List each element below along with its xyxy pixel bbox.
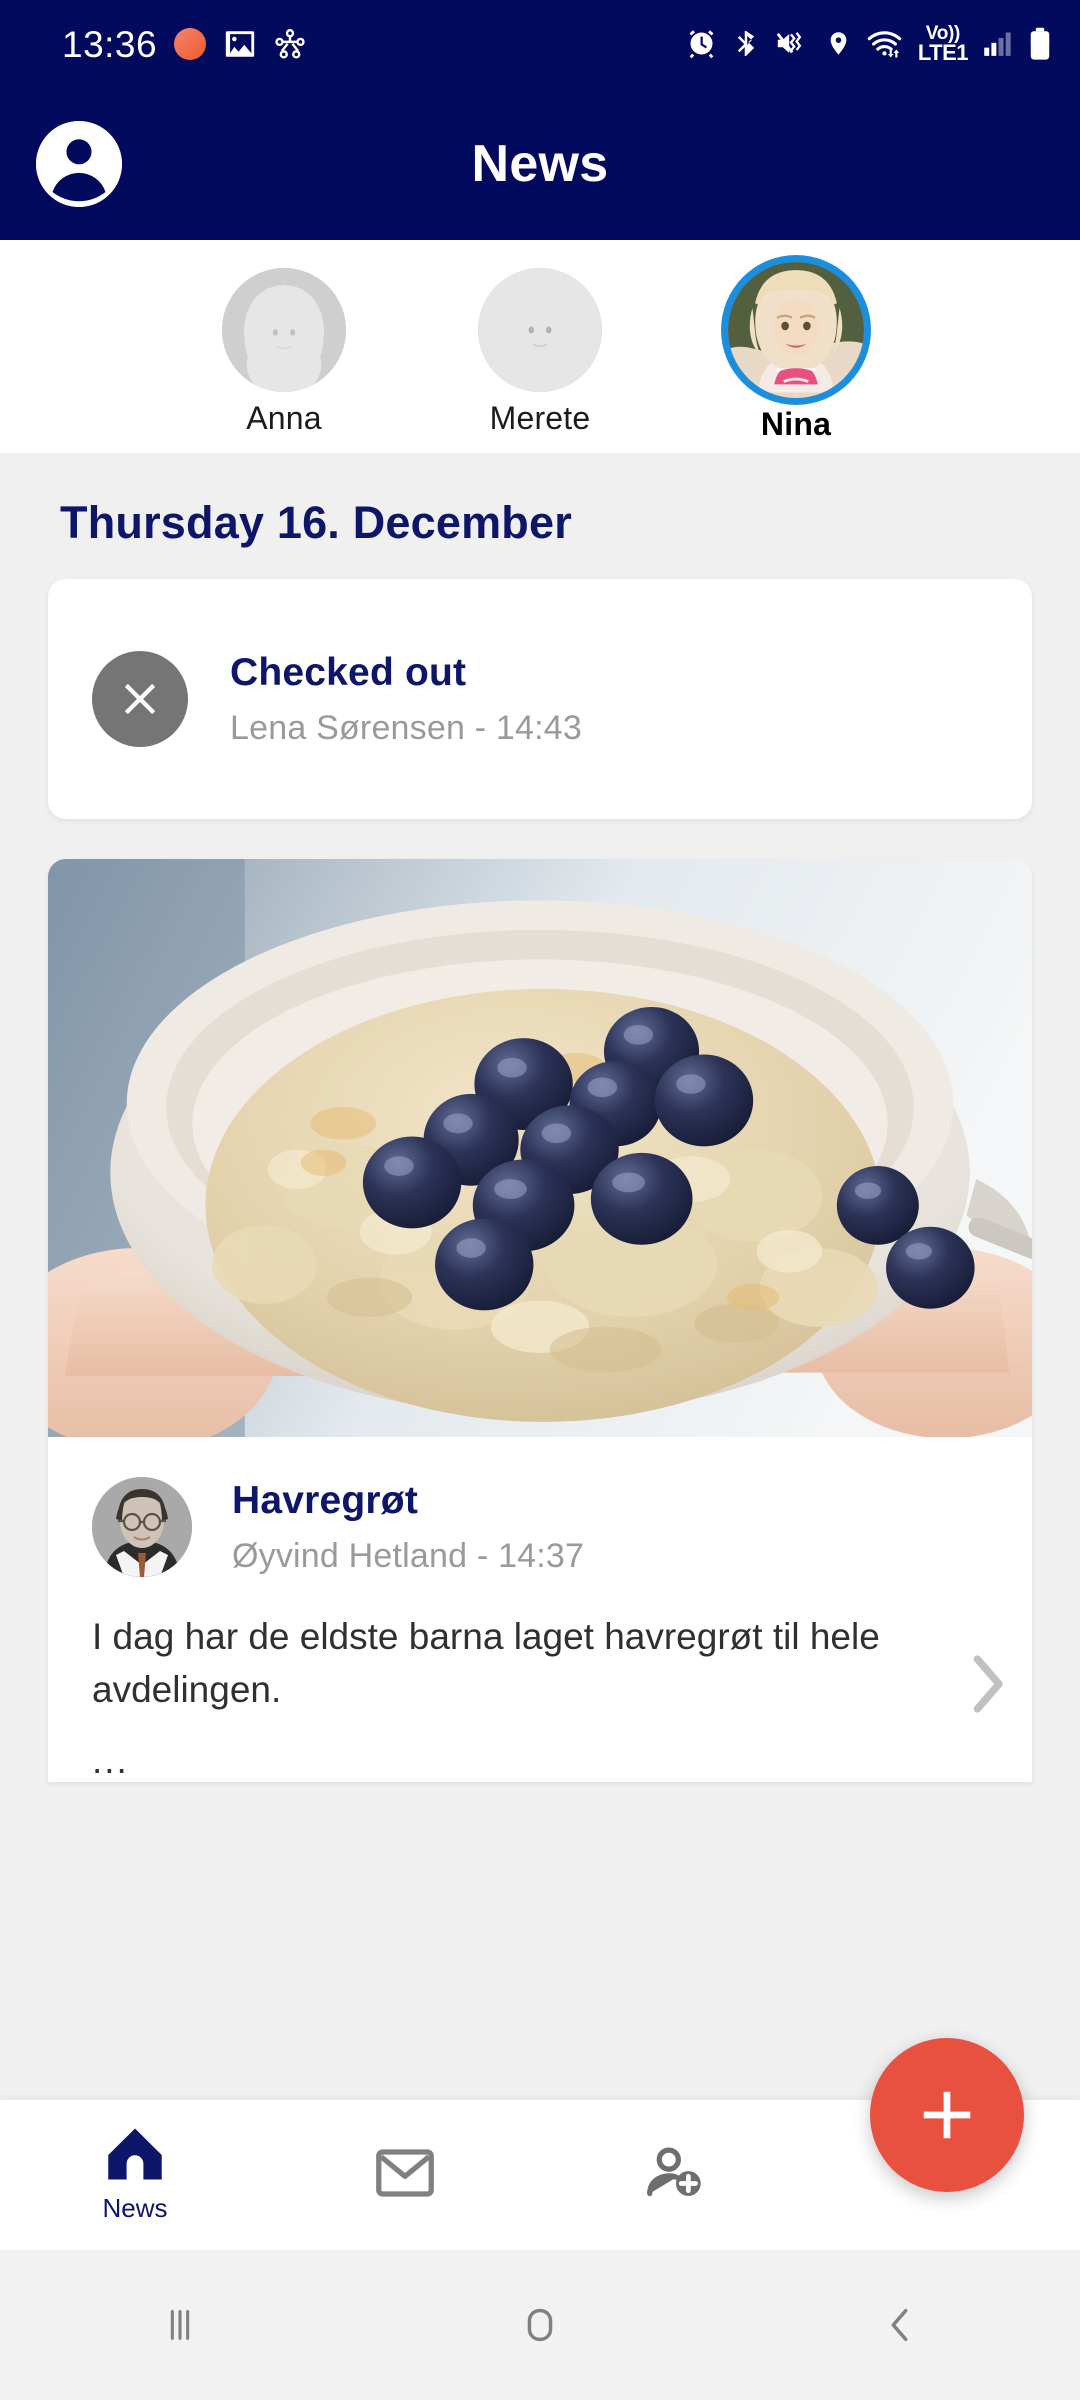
home-square-icon[interactable] (450, 2250, 630, 2400)
avatar (478, 268, 602, 392)
nav-item-messages[interactable] (270, 2100, 540, 2250)
child-name: Nina (760, 406, 832, 442)
nav-item-label: News (102, 2193, 168, 2223)
child-item-nina[interactable]: Nina (706, 262, 886, 443)
avatar (728, 262, 864, 398)
photos-icon (223, 27, 257, 61)
news-post-card[interactable]: Havregrøt Øyvind Hetland - 14:37 I dag h… (48, 859, 1032, 1783)
chevron-right-icon[interactable] (960, 1649, 1012, 1724)
home-icon (104, 2126, 166, 2187)
wifi-icon (865, 27, 905, 60)
status-bar-left: 13:36 (62, 26, 307, 63)
news-post-meta: Havregrøt Øyvind Hetland - 14:37 (232, 1479, 584, 1576)
avatar (222, 268, 346, 392)
nav-item-add-person[interactable] (540, 2100, 810, 2250)
battery-icon (1028, 27, 1052, 61)
checkout-subtitle: Lena Sørensen - 14:43 (230, 708, 582, 747)
status-bar-right: Vo)) LTE1 (685, 23, 1052, 65)
notification-dot-icon (173, 27, 207, 61)
news-post-title: Havregrøt (232, 1478, 419, 1522)
person-add-icon (644, 2145, 706, 2206)
oatmeal-porridge-with-blueberries-photo (48, 859, 1032, 1437)
checkout-card[interactable]: Checked out Lena Sørensen - 14:43 (48, 579, 1032, 819)
alarm-icon (685, 27, 718, 60)
child-item-merete[interactable]: Merete (450, 268, 630, 437)
author-avatar (92, 1477, 192, 1577)
checkout-text: Checked out Lena Sørensen - 14:43 (230, 651, 582, 748)
child-item-anna[interactable]: Anna (194, 268, 374, 437)
mute-vibrate-icon (774, 27, 812, 60)
status-bar-clock: 13:36 (62, 23, 158, 65)
checkout-title: Checked out (230, 650, 467, 694)
child-name: Anna (246, 400, 322, 436)
account-circle-icon[interactable] (36, 121, 122, 207)
status-bar: 13:36 Vo)) LTE1 (0, 0, 1080, 88)
recents-icon[interactable] (90, 2250, 270, 2400)
share-nodes-icon (273, 27, 307, 61)
news-post-header: Havregrøt Øyvind Hetland - 14:37 (48, 1437, 1032, 1577)
feed-content: Thursday 16. December Checked out Lena S… (0, 453, 1080, 1783)
news-post-text: I dag har de eldste barna laget havregrø… (92, 1616, 880, 1710)
news-post-subtitle: Øyvind Hetland - 14:37 (232, 1536, 585, 1575)
child-name: Merete (489, 400, 591, 436)
volte-indicator: Vo)) LTE1 (917, 23, 969, 65)
close-circle-icon (92, 651, 188, 747)
news-post-body: I dag har de eldste barna laget havregrø… (48, 1577, 1032, 1716)
news-post-ellipsis: ... (92, 1740, 129, 1782)
mail-icon (374, 2145, 436, 2206)
app-bar: News (0, 88, 1080, 240)
add-button[interactable] (870, 2038, 1024, 2192)
back-icon[interactable] (810, 2250, 990, 2400)
child-selector: Anna Merete Nina (0, 240, 1080, 453)
nav-item-news[interactable]: News (0, 2100, 270, 2250)
bluetooth-icon (731, 27, 761, 60)
signal-icon (981, 27, 1015, 60)
location-icon (825, 27, 852, 60)
page-title: News (471, 135, 609, 193)
system-navigation-bar (0, 2250, 1080, 2400)
day-title: Thursday 16. December (60, 497, 572, 548)
plus-icon (923, 2091, 971, 2139)
phone-screen: 13:36 Vo)) LTE1 News Anna Merete Nina Th… (0, 0, 1080, 2400)
